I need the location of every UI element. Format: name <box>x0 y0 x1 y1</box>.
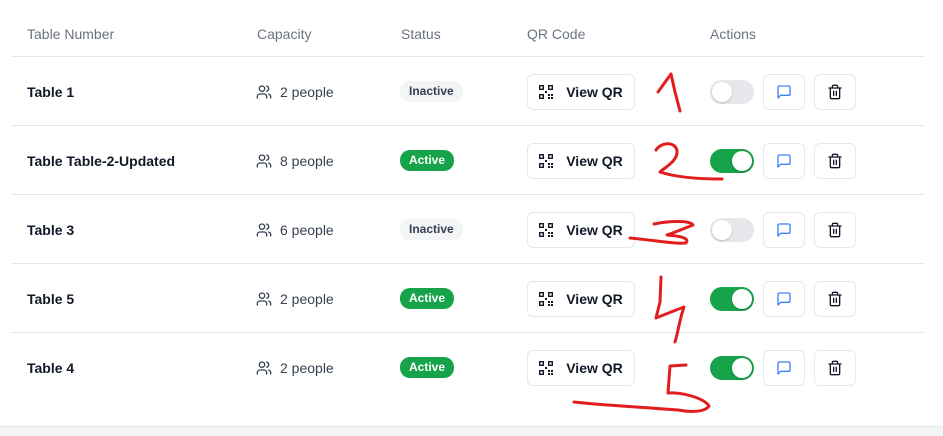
toggle-knob <box>712 219 732 240</box>
delete-button[interactable] <box>814 73 856 110</box>
delete-button[interactable] <box>814 280 856 317</box>
capacity-cell: 2 people <box>256 57 334 126</box>
status-badge: Inactive <box>400 219 463 240</box>
message-square-icon <box>777 291 791 306</box>
message-button[interactable] <box>763 142 805 179</box>
capacity-cell: 6 people <box>256 195 334 264</box>
trash-icon <box>828 360 842 375</box>
view-qr-label: View QR <box>566 83 623 100</box>
view-qr-label: View QR <box>566 221 623 238</box>
toggle-knob <box>732 357 752 378</box>
toggle-knob <box>712 81 732 102</box>
view-qr-button[interactable]: View QR <box>527 349 635 386</box>
actions-cell <box>710 126 856 195</box>
page-bottom-strip <box>0 426 943 436</box>
header-qr-code: QR Code <box>527 26 586 42</box>
capacity-cell: 8 people <box>256 126 334 195</box>
capacity-text: 2 people <box>280 290 334 307</box>
capacity-text: 2 people <box>280 83 334 100</box>
status-badge: Active <box>400 288 455 309</box>
status-cell: Inactive <box>400 195 463 264</box>
trash-icon <box>828 222 842 237</box>
table-name: Table Table-2-Updated <box>27 152 176 169</box>
active-toggle[interactable] <box>710 217 754 242</box>
qr-code-icon <box>539 153 554 168</box>
actions-cell <box>710 333 856 402</box>
status-cell: Active <box>400 333 455 402</box>
message-square-icon <box>777 153 791 168</box>
qr-code-icon <box>539 360 554 375</box>
users-icon <box>256 360 272 376</box>
view-qr-label: View QR <box>566 359 623 376</box>
users-icon <box>256 291 272 307</box>
header-actions: Actions <box>710 26 756 42</box>
message-square-icon <box>777 360 791 375</box>
capacity-text: 8 people <box>280 152 334 169</box>
tables-card: Table Number Capacity Status QR Code Act… <box>0 0 943 426</box>
users-icon <box>256 222 272 238</box>
capacity-text: 2 people <box>280 359 334 376</box>
header-table-number: Table Number <box>27 26 115 42</box>
status-badge: Active <box>400 357 455 378</box>
header-status: Status <box>401 26 441 42</box>
toggle-knob <box>732 150 752 171</box>
users-icon <box>256 84 272 100</box>
delete-button[interactable] <box>814 349 856 386</box>
active-toggle[interactable] <box>710 286 754 311</box>
view-qr-label: View QR <box>566 152 623 169</box>
table-header: Table Number Capacity Status QR Code Act… <box>11 10 924 57</box>
table-name: Table 3 <box>27 221 75 238</box>
qr-cell: View QR <box>527 195 635 264</box>
view-qr-button[interactable]: View QR <box>527 280 635 317</box>
actions-cell <box>710 195 856 264</box>
message-button[interactable] <box>763 73 805 110</box>
delete-button[interactable] <box>814 211 856 248</box>
qr-cell: View QR <box>527 57 635 126</box>
message-button[interactable] <box>763 280 805 317</box>
qr-code-icon <box>539 84 554 99</box>
status-cell: Active <box>400 264 455 333</box>
active-toggle[interactable] <box>710 355 754 380</box>
actions-cell <box>710 264 856 333</box>
users-icon <box>256 153 272 169</box>
table-row: Table Table-2-Updated 8 people Active Vi… <box>11 126 924 195</box>
view-qr-button[interactable]: View QR <box>527 142 635 179</box>
view-qr-label: View QR <box>566 290 623 307</box>
message-square-icon <box>777 222 791 237</box>
qr-code-icon <box>539 291 554 306</box>
qr-cell: View QR <box>527 333 635 402</box>
status-cell: Active <box>400 126 455 195</box>
qr-cell: View QR <box>527 264 635 333</box>
table-row: Table 3 6 people Inactive View QR <box>11 195 924 264</box>
trash-icon <box>828 291 842 306</box>
trash-icon <box>828 84 842 99</box>
header-capacity: Capacity <box>257 26 312 42</box>
table-name: Table 4 <box>27 359 75 376</box>
view-qr-button[interactable]: View QR <box>527 211 635 248</box>
table-row: Table 5 2 people Active View QR <box>11 264 924 333</box>
capacity-text: 6 people <box>280 221 334 238</box>
active-toggle[interactable] <box>710 148 754 173</box>
qr-cell: View QR <box>527 126 635 195</box>
status-badge: Active <box>400 150 455 171</box>
table-row: Table 4 2 people Active View QR <box>11 333 924 402</box>
toggle-knob <box>732 288 752 309</box>
qr-code-icon <box>539 222 554 237</box>
active-toggle[interactable] <box>710 79 754 104</box>
delete-button[interactable] <box>814 142 856 179</box>
tables-table: Table Number Capacity Status QR Code Act… <box>11 10 924 402</box>
status-badge: Inactive <box>400 81 463 102</box>
view-qr-button[interactable]: View QR <box>527 73 635 110</box>
table-name: Table 5 <box>27 290 75 307</box>
table-name: Table 1 <box>27 83 75 100</box>
message-button[interactable] <box>763 349 805 386</box>
message-square-icon <box>777 84 791 99</box>
trash-icon <box>828 153 842 168</box>
message-button[interactable] <box>763 211 805 248</box>
table-row: Table 1 2 people Inactive View QR <box>11 57 924 126</box>
capacity-cell: 2 people <box>256 264 334 333</box>
status-cell: Inactive <box>400 57 463 126</box>
actions-cell <box>710 57 856 126</box>
capacity-cell: 2 people <box>256 333 334 402</box>
